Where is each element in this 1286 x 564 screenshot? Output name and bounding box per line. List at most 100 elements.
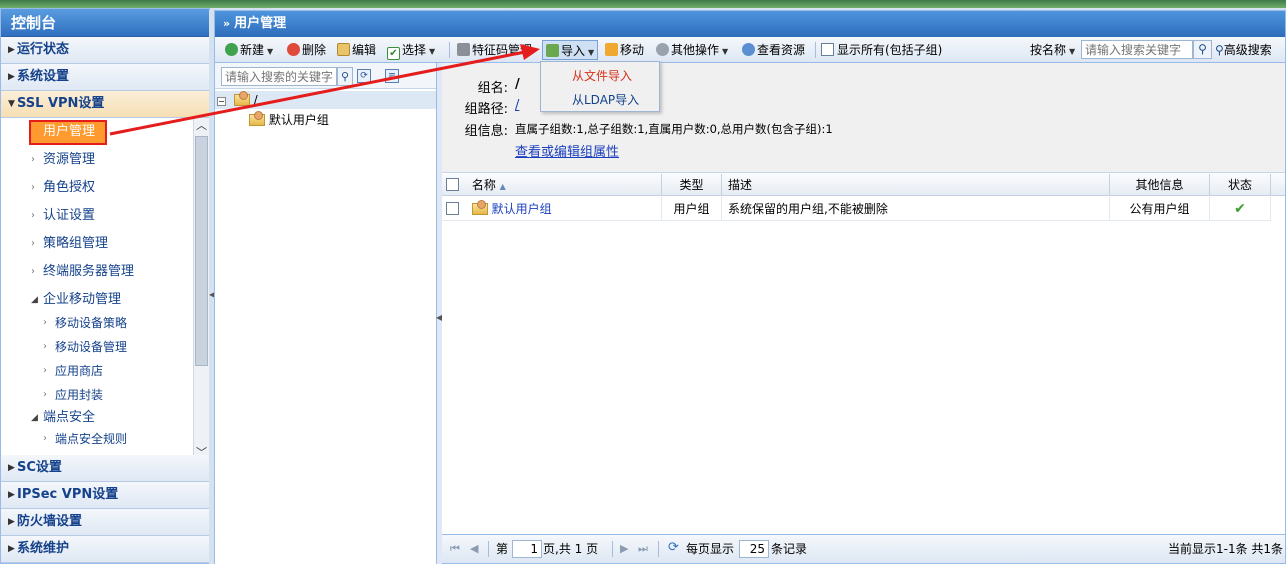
sidebar-group-sc[interactable]: ▶ SC设置 [1, 455, 209, 482]
view-resources-button[interactable]: 查看资源 [742, 40, 805, 60]
sidebar-group-firewall[interactable]: ▶ 防火墙设置 [1, 509, 209, 536]
edit-button[interactable]: 编辑 [337, 40, 376, 60]
column-header-spacer [1271, 174, 1285, 196]
advanced-search-button[interactable]: ⚲高级搜索 [1215, 40, 1272, 60]
sidebar-item-user-management[interactable]: 用户管理 [1, 118, 209, 146]
refresh-tree-icon[interactable]: ⟳ [357, 69, 371, 83]
double-chevron-icon: » [223, 17, 231, 30]
move-button[interactable]: 移动 [605, 40, 644, 60]
menu-item-import-from-file[interactable]: 从文件导入 [572, 66, 632, 86]
next-page-icon[interactable]: ▶ [620, 542, 628, 555]
last-page-icon[interactable]: ⏭ [638, 542, 648, 556]
column-header-description[interactable]: 描述 [722, 174, 1110, 196]
sidebar-item-mobile-device-management[interactable]: › 移动设备管理 [1, 335, 209, 359]
sidebar-group-system[interactable]: ▶ 系统设置 [1, 64, 209, 91]
gear-icon [656, 43, 669, 56]
dropdown-arrow-icon[interactable]: ▼ [588, 48, 594, 57]
menu-item-import-from-ldap[interactable]: 从LDAP导入 [572, 90, 639, 110]
delete-button[interactable]: 删除 [287, 40, 326, 60]
group-info-value: 直属子组数:1,总子组数:1,直属用户数:0,总用户数(包含子组):1 [515, 122, 833, 136]
page-suffix: 页,共 1 页 [543, 542, 599, 556]
signature-management-label: 特征码管理 [472, 43, 533, 57]
dropdown-arrow-icon[interactable]: ▼ [722, 47, 728, 56]
row-name-link[interactable]: 默认用户组 [492, 202, 552, 216]
first-page-icon[interactable]: ⏮ [450, 542, 460, 556]
edit-group-link-text[interactable]: 查看或编辑组属性 [515, 145, 619, 160]
toolbar-divider [815, 42, 816, 58]
sidebar-item-endpoint-rules[interactable]: › 端点安全规则 [1, 429, 209, 449]
sidebar-group-label: SC设置 [17, 460, 62, 475]
sort-by-name-dropdown[interactable]: 按名称 ▼ [1030, 40, 1075, 60]
column-header-name[interactable]: 名称 ▲ [442, 174, 662, 196]
page-number-input[interactable] [512, 540, 542, 558]
table-row-cell-name[interactable]: 默认用户组 [442, 197, 662, 221]
select-button[interactable]: ✔ 选择 ▼ [387, 40, 435, 60]
search-input[interactable] [1081, 40, 1193, 59]
column-header-status[interactable]: 状态 [1210, 174, 1271, 196]
page-prefix: 第 [496, 542, 509, 556]
column-header-type[interactable]: 类型 [662, 174, 722, 196]
dropdown-arrow-icon[interactable]: ▼ [429, 47, 435, 56]
prev-page-icon[interactable]: ◀ [470, 542, 478, 555]
tree-search-input[interactable] [221, 67, 337, 86]
sidebar-item-role-authorization[interactable]: › 角色授权 [1, 174, 209, 202]
collapse-tree-icon[interactable]: ≡ [385, 69, 399, 83]
tree-node-root[interactable]: − / [215, 91, 436, 109]
printer-icon [457, 43, 470, 56]
sidebar-item-app-store[interactable]: › 应用商店 [1, 359, 209, 383]
row-checkbox[interactable] [446, 202, 459, 215]
expand-icon: ▶ [8, 544, 15, 554]
search-icon[interactable]: ⚲ [1193, 40, 1212, 59]
group-path-value[interactable]: / [515, 98, 519, 113]
scroll-up-icon[interactable]: ︿ [194, 118, 209, 134]
scrollbar-thumb[interactable] [195, 136, 208, 366]
table-row-cell-type: 用户组 [662, 197, 722, 221]
column-status-label: 状态 [1227, 178, 1252, 192]
pager-divider [658, 541, 659, 557]
sort-ascending-icon: ▲ [499, 182, 506, 191]
sidebar-subgroup-endpoint-security[interactable]: ◢ 端点安全 [1, 407, 209, 429]
sidebar-item-auth-settings[interactable]: › 认证设置 [1, 202, 209, 230]
show-all-checkbox[interactable]: 显示所有(包括子组) [821, 40, 942, 60]
sidebar-subgroup-enterprise-mobile[interactable]: ◢ 企业移动管理 [1, 289, 209, 311]
sidebar-item-terminal-servers[interactable]: › 终端服务器管理 [1, 258, 209, 286]
sidebar-group-maintenance[interactable]: ▶ 系统维护 [1, 536, 209, 563]
signature-management-button[interactable]: 特征码管理 [457, 40, 532, 60]
search-icon[interactable]: ⚲ [337, 67, 353, 86]
per-page-input[interactable] [739, 540, 769, 558]
move-button-label: 移动 [620, 43, 645, 57]
sidebar-item-resource-management[interactable]: › 资源管理 [1, 146, 209, 174]
sidebar-item-label: 用户管理 [43, 124, 96, 139]
sidebar-item-mobile-device-policy[interactable]: › 移动设备策略 [1, 311, 209, 335]
sidebar-item-policy-groups[interactable]: › 策略组管理 [1, 230, 209, 258]
sidebar-item-app-wrapping[interactable]: › 应用封装 [1, 383, 209, 407]
sidebar-scrollbar[interactable]: ︿ ﹀ [193, 118, 209, 461]
folder-user-icon [249, 111, 265, 126]
sidebar-subgroup-label: 企业移动管理 [43, 292, 122, 307]
select-all-checkbox[interactable] [446, 178, 459, 191]
edit-button-label: 编辑 [352, 43, 377, 57]
edit-group-properties-link[interactable]: 查看或编辑组属性 [515, 141, 619, 160]
sidebar-group-runtime[interactable]: ▶ 运行状态 [1, 37, 209, 64]
table-row-cell-other-info: 公有用户组 [1110, 197, 1210, 221]
sidebar-group-label: 系统维护 [17, 541, 70, 556]
toolbar-divider [449, 42, 450, 58]
tree-node-default-group[interactable]: 默认用户组 [249, 111, 329, 129]
eye-icon [742, 43, 755, 56]
dropdown-arrow-icon[interactable]: ▼ [1069, 47, 1075, 56]
select-button-label: 选择 [402, 43, 427, 57]
refresh-icon[interactable]: ⟳ [668, 540, 679, 555]
column-header-other-info[interactable]: 其他信息 [1110, 174, 1210, 196]
other-actions-button[interactable]: 其他操作 ▼ [656, 40, 728, 60]
group-path-link[interactable]: / [515, 98, 519, 113]
sidebar-group-ssl-vpn[interactable]: ▼ SSL VPN设置 [1, 91, 209, 118]
checkbox[interactable] [821, 43, 834, 56]
new-button[interactable]: 新建 ▼ [225, 40, 273, 60]
collapse-icon: ◢ [31, 295, 38, 305]
dropdown-arrow-icon[interactable]: ▼ [267, 47, 273, 56]
delete-icon [287, 43, 300, 56]
import-button[interactable]: 导入 ▼ [542, 40, 599, 60]
collapse-node-icon[interactable]: − [217, 97, 226, 106]
sidebar-group-ipsec[interactable]: ▶ IPSec VPN设置 [1, 482, 209, 509]
sidebar-group-label: IPSec VPN设置 [17, 487, 119, 502]
